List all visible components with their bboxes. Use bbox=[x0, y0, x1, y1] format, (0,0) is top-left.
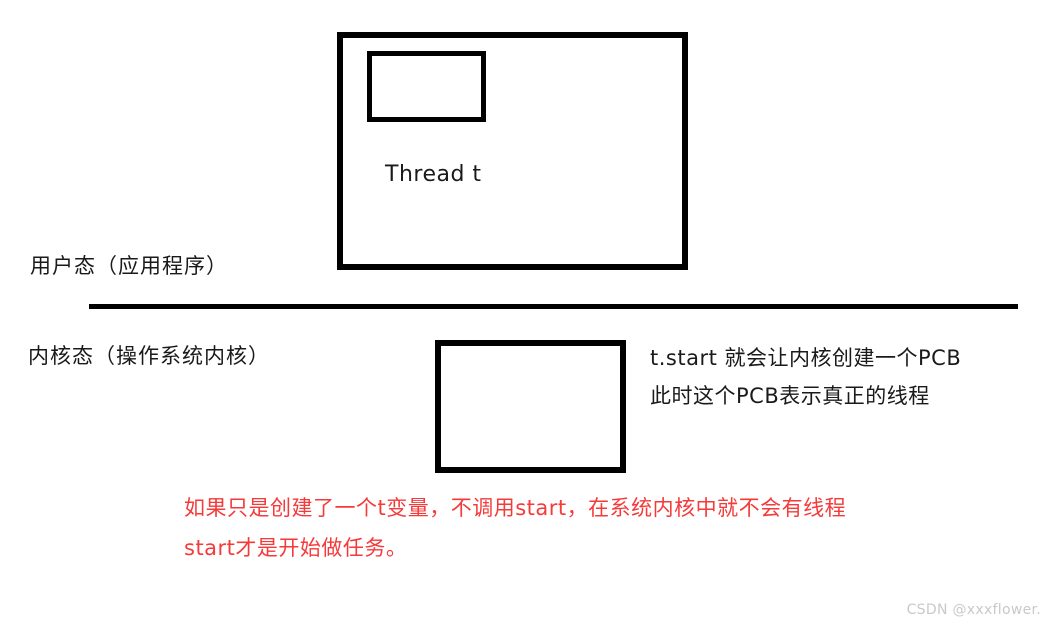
mode-divider-line bbox=[89, 304, 1018, 309]
user-mode-label: 用户态（应用程序） bbox=[30, 254, 228, 278]
diagram-canvas: Thread t 用户态（应用程序） 内核态（操作系统内核） t.start 就… bbox=[0, 0, 1054, 626]
watermark: CSDN @xxxflower. bbox=[906, 602, 1041, 618]
warning-note-line-2: start才是开始做任务。 bbox=[184, 536, 408, 560]
pcb-note-line-1: t.start 就会让内核创建一个PCB bbox=[650, 346, 962, 370]
warning-note-line-1: 如果只是创建了一个t变量，不调用start，在系统内核中就不会有线程 bbox=[184, 496, 847, 520]
thread-object-label: Thread t bbox=[385, 162, 482, 187]
pcb-note-line-2: 此时这个PCB表示真正的线程 bbox=[650, 384, 930, 408]
thread-object-box bbox=[367, 51, 486, 122]
kernel-mode-label: 内核态（操作系统内核） bbox=[28, 344, 270, 368]
pcb-box bbox=[435, 340, 626, 473]
